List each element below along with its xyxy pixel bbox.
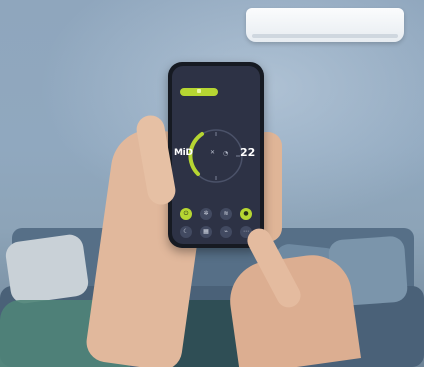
eco-button[interactable]: ⌁ (220, 226, 232, 238)
mode-icon: ● (243, 210, 249, 217)
timer-icon: ◔ (223, 150, 229, 157)
calendar-icon: ▦ (203, 228, 209, 235)
power-status-pill[interactable] (180, 88, 218, 96)
schedule-button[interactable]: ▦ (200, 226, 212, 238)
settings-button[interactable]: ✲ (200, 208, 212, 220)
ac-vent (252, 34, 398, 38)
air-conditioner-unit (246, 8, 404, 42)
photo-scene: MiD ✕ ◔ 22 ⏻ ✲ ≋ ● ☾ ▦ ⌁ ⋯ (0, 0, 424, 367)
power-button[interactable]: ⏻ (180, 208, 192, 220)
temperature-value: 22 (240, 146, 256, 159)
sleep-icon: ☾ (183, 228, 189, 235)
settings-icon: ✲ (203, 210, 209, 217)
fan-speed-label: MiD (174, 148, 193, 158)
temperature-dial[interactable] (186, 126, 246, 186)
smartphone: MiD ✕ ◔ 22 ⏻ ✲ ≋ ● ☾ ▦ ⌁ ⋯ (168, 62, 264, 248)
fan-icon: ✕ (210, 149, 216, 156)
control-row-2: ☾ ▦ ⌁ ⋯ (176, 226, 256, 238)
swing-icon: ≋ (223, 210, 229, 217)
control-row-1: ⏻ ✲ ≋ ● (176, 208, 256, 222)
sleep-button[interactable]: ☾ (180, 226, 192, 238)
swing-button[interactable]: ≋ (220, 208, 232, 220)
app-header (180, 78, 252, 84)
status-mark (197, 89, 201, 93)
pillow-left (4, 232, 90, 306)
eco-icon: ⌁ (224, 228, 228, 235)
mode-button[interactable]: ● (240, 208, 252, 220)
power-icon: ⏻ (183, 210, 189, 217)
ac-app-screen: MiD ✕ ◔ 22 ⏻ ✲ ≋ ● ☾ ▦ ⌁ ⋯ (172, 66, 260, 244)
